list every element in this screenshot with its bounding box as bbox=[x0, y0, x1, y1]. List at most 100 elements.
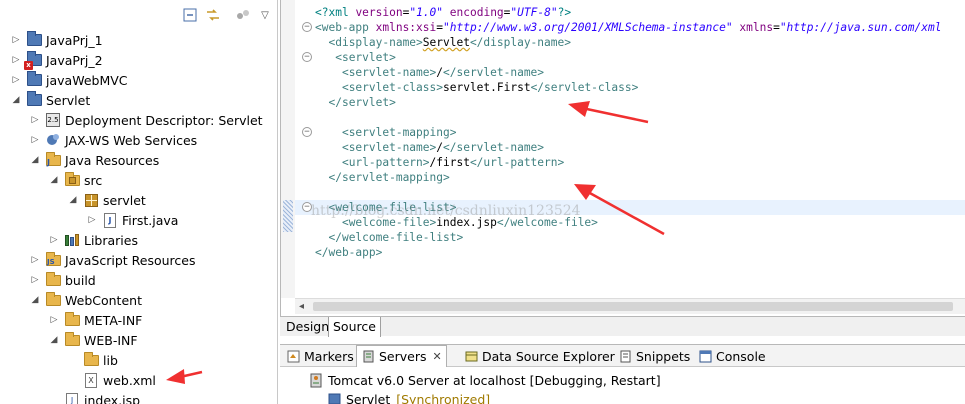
collapsed-arrow-icon[interactable]: ▷ bbox=[10, 34, 22, 46]
filter-icon[interactable] bbox=[234, 6, 252, 24]
collapsed-arrow-icon[interactable]: ▷ bbox=[10, 74, 22, 86]
tab-servers[interactable]: Servers ✕ bbox=[356, 345, 447, 367]
code-line[interactable]: <display-name>Servlet</display-name> bbox=[295, 35, 965, 50]
code-line[interactable]: <welcome-file-list> bbox=[295, 200, 965, 215]
code-line[interactable] bbox=[295, 110, 965, 125]
code-line[interactable]: <url-pattern>/first</url-pattern> bbox=[295, 155, 965, 170]
tree-item-index-jsp-file[interactable]: Jindex.jsp bbox=[0, 390, 277, 404]
link-with-editor-icon[interactable] bbox=[204, 6, 222, 24]
tab-data-source-explorer[interactable]: Data Source Explorer bbox=[460, 345, 619, 367]
expanded-arrow-icon[interactable]: ◢ bbox=[48, 174, 60, 186]
code-line[interactable]: <servlet-name>/</servlet-name> bbox=[295, 65, 965, 80]
servers-icon bbox=[361, 350, 375, 364]
scrollbar-thumb[interactable] bbox=[313, 302, 953, 311]
tab-markers[interactable]: Markers bbox=[282, 345, 358, 367]
code-line[interactable]: <servlet-name>/</servlet-name> bbox=[295, 140, 965, 155]
tree-item-label: Servlet bbox=[46, 92, 91, 108]
tab-source[interactable]: Source bbox=[328, 317, 381, 337]
code-line[interactable] bbox=[295, 185, 965, 200]
code-line[interactable]: <web-app xmlns:xsi="http://www.w3.org/20… bbox=[295, 20, 965, 35]
tree-item-webcontent-folder[interactable]: ◢ WebContent bbox=[0, 290, 277, 310]
code-token: = bbox=[436, 21, 443, 34]
fold-toggle-icon[interactable]: − bbox=[302, 52, 312, 62]
tree-item-jax-ws-web-services[interactable]: ▷ JAX-WS Web Services bbox=[0, 130, 277, 150]
collapsed-arrow-icon[interactable]: ▷ bbox=[29, 134, 41, 146]
bottom-tab-bar: Markers Servers ✕ Data Source Explorer S… bbox=[280, 345, 965, 367]
folder-icon bbox=[83, 351, 99, 368]
code-line[interactable]: </welcome-file-list> bbox=[295, 230, 965, 245]
server-module-row[interactable]: Servlet [Synchronized] bbox=[322, 389, 490, 404]
fold-toggle-icon[interactable]: − bbox=[302, 202, 312, 212]
web-services-icon bbox=[45, 132, 61, 148]
tree-item-project-javaprj-1[interactable]: ▷ JavaPrj_1 bbox=[0, 30, 277, 50]
xml-editor[interactable]: <?xml version="1.0" encoding="UTF-8"?> <w… bbox=[280, 0, 965, 316]
expanded-arrow-icon[interactable]: ◢ bbox=[67, 194, 79, 206]
code-line[interactable]: <servlet-class>servlet.First</servlet-cl… bbox=[295, 80, 965, 95]
expanded-arrow-icon[interactable]: ◢ bbox=[48, 334, 60, 346]
expanded-arrow-icon[interactable]: ◢ bbox=[29, 154, 41, 166]
editor-left-ruler bbox=[281, 0, 295, 298]
tab-design[interactable]: Design bbox=[282, 317, 335, 337]
code-line[interactable]: </servlet> bbox=[295, 95, 965, 110]
code-token: Servlet bbox=[422, 36, 470, 49]
tree-item-web-inf-folder[interactable]: ◢ WEB-INF bbox=[0, 330, 277, 350]
collapsed-arrow-icon[interactable]: ▷ bbox=[48, 314, 60, 326]
code-line[interactable]: </servlet-mapping> bbox=[295, 170, 965, 185]
horizontal-scrollbar[interactable]: ◂ bbox=[295, 298, 965, 314]
tree-item-project-javaprj-2[interactable]: ▷ x JavaPrj_2 bbox=[0, 50, 277, 70]
collapsed-arrow-icon[interactable]: ▷ bbox=[29, 254, 41, 266]
code-line[interactable]: <servlet> bbox=[295, 50, 965, 65]
tree-item-label: Deployment Descriptor: Servlet bbox=[65, 112, 263, 128]
code-line[interactable]: <?xml version="1.0" encoding="UTF-8"?> bbox=[295, 5, 965, 20]
tree-item-project-javawebmvc[interactable]: ▷ javaWebMVC bbox=[0, 70, 277, 90]
code-line[interactable]: <servlet-mapping> bbox=[295, 125, 965, 140]
markers-icon bbox=[286, 349, 300, 363]
collapsed-arrow-icon[interactable]: ▷ bbox=[86, 214, 98, 226]
expanded-arrow-icon[interactable]: ◢ bbox=[29, 294, 41, 306]
project-folder-icon bbox=[26, 31, 42, 48]
code-token: <web-app bbox=[315, 21, 376, 34]
folder-icon bbox=[45, 291, 61, 308]
fold-toggle-icon[interactable]: − bbox=[302, 127, 312, 137]
tree-item-label: JavaPrj_1 bbox=[46, 32, 103, 48]
tree-item-java-resources[interactable]: ◢ J Java Resources bbox=[0, 150, 277, 170]
tree-item-web-xml-file[interactable]: Xweb.xml bbox=[0, 370, 277, 390]
collapsed-arrow-icon[interactable]: ▷ bbox=[29, 274, 41, 286]
collapsed-arrow-icon[interactable]: ▷ bbox=[10, 54, 22, 66]
tree-item-lib-folder[interactable]: lib bbox=[0, 350, 277, 370]
code-token: "UTF-8" bbox=[510, 6, 558, 19]
close-icon[interactable]: ✕ bbox=[433, 350, 442, 363]
tree-item-libraries[interactable]: ▷ Libraries bbox=[0, 230, 277, 250]
code-token: xmlns bbox=[739, 21, 774, 34]
tree-item-javascript-resources[interactable]: ▷ JS JavaScript Resources bbox=[0, 250, 277, 270]
collapsed-arrow-icon[interactable]: ▷ bbox=[29, 114, 41, 126]
tree-item-src-folder[interactable]: ◢ src bbox=[0, 170, 277, 190]
collapsed-arrow-icon[interactable]: ▷ bbox=[48, 234, 60, 246]
collapse-all-icon[interactable] bbox=[181, 6, 199, 24]
fold-toggle-icon[interactable]: − bbox=[302, 22, 312, 32]
module-label: Servlet bbox=[346, 391, 391, 404]
code-line[interactable]: </web-app> bbox=[295, 245, 965, 260]
tree-item-servlet-package[interactable]: ◢ servlet bbox=[0, 190, 277, 210]
tree-item-build-folder[interactable]: ▷ build bbox=[0, 270, 277, 290]
project-folder-icon bbox=[26, 71, 42, 88]
code-area[interactable]: <?xml version="1.0" encoding="UTF-8"?> <w… bbox=[295, 0, 965, 298]
tree-item-meta-inf-folder[interactable]: ▷ META-INF bbox=[0, 310, 277, 330]
view-menu-icon[interactable]: ▽ bbox=[256, 6, 274, 24]
javascript-resources-icon: JS bbox=[45, 251, 61, 268]
tree-item-label: lib bbox=[103, 352, 118, 368]
scroll-left-icon[interactable]: ◂ bbox=[299, 301, 304, 312]
tree-item-deployment-descriptor[interactable]: ▷ 2.5 Deployment Descriptor: Servlet bbox=[0, 110, 277, 130]
tree-item-project-servlet[interactable]: ◢ Servlet bbox=[0, 90, 277, 110]
tab-snippets[interactable]: Snippets bbox=[614, 345, 694, 367]
expanded-arrow-icon[interactable]: ◢ bbox=[10, 94, 22, 106]
server-row[interactable]: Tomcat v6.0 Server at localhost [Debuggi… bbox=[304, 370, 661, 390]
tree-item-first-java-file[interactable]: ▷ J First.java bbox=[0, 210, 277, 230]
code-line[interactable]: <welcome-file>index.jsp</welcome-file> bbox=[295, 215, 965, 230]
tab-console[interactable]: Console bbox=[694, 345, 770, 367]
jsp-file-icon: J bbox=[64, 392, 80, 404]
tree-item-label: javaWebMVC bbox=[46, 72, 128, 88]
code-token: <display-name> bbox=[328, 36, 423, 49]
code-token: / bbox=[436, 141, 443, 154]
